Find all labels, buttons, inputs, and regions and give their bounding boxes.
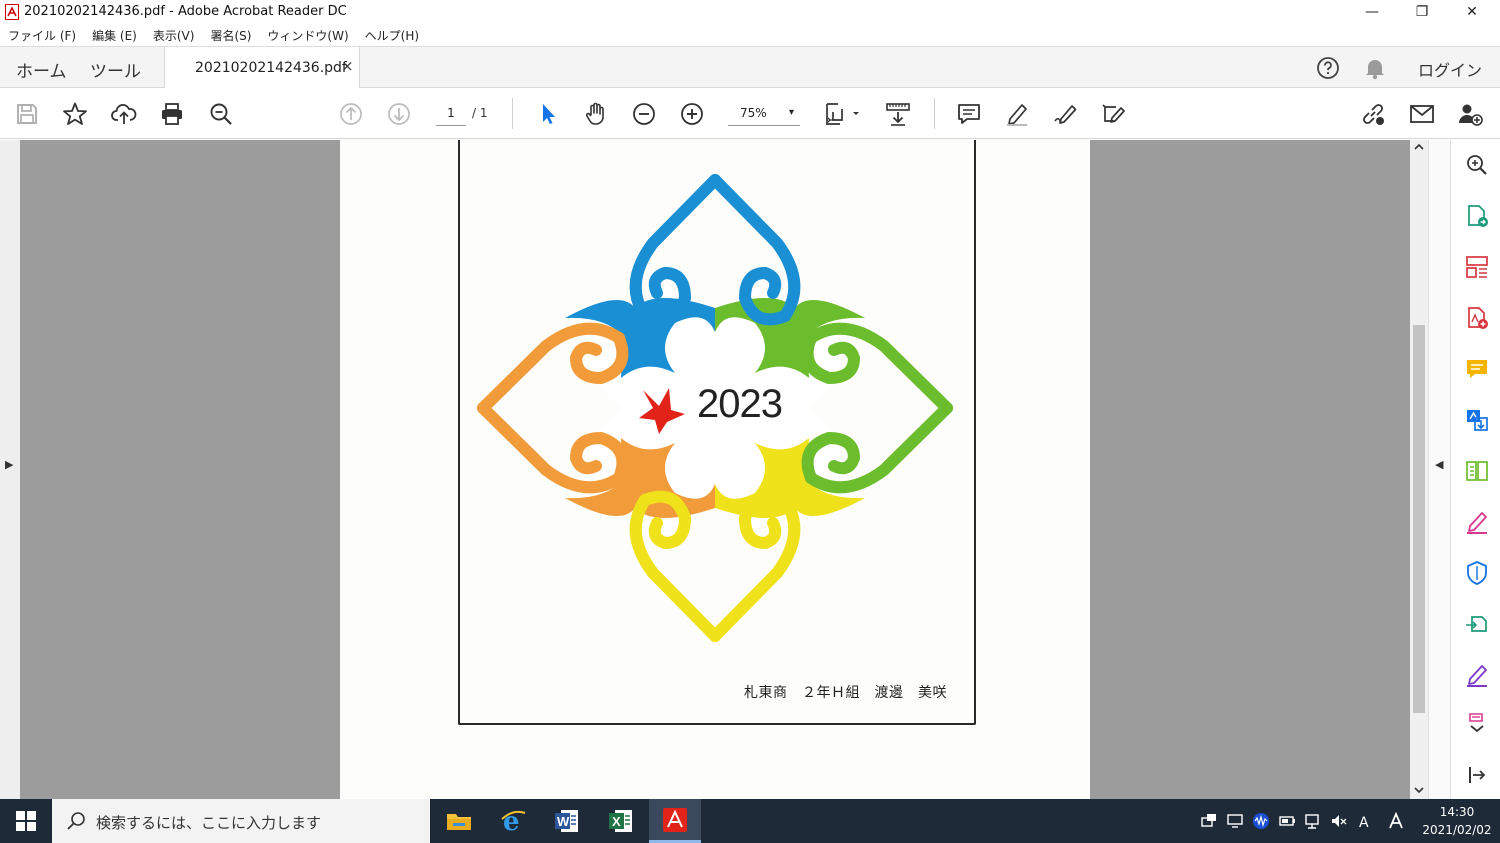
- select-cursor-icon[interactable]: [534, 100, 562, 128]
- page-number-input[interactable]: 1: [436, 102, 466, 126]
- toolbar-separator: [934, 98, 935, 129]
- right-panel-gutter: ◀: [1428, 140, 1450, 799]
- help-icon[interactable]: [1316, 56, 1340, 80]
- scroll-thumb[interactable]: [1413, 325, 1425, 713]
- zoom-out-icon[interactable]: [630, 100, 658, 128]
- highlight-pen-icon[interactable]: [1003, 100, 1031, 128]
- comment-icon[interactable]: [955, 100, 983, 128]
- network-icon[interactable]: [1304, 812, 1322, 830]
- zoom-in-icon[interactable]: [678, 100, 706, 128]
- add-user-icon[interactable]: [1456, 100, 1484, 128]
- word-icon[interactable]: W: [541, 799, 593, 843]
- menu-view[interactable]: 表示(V): [153, 27, 195, 44]
- collapse-pane-icon[interactable]: [1464, 762, 1490, 788]
- comment-tool-icon[interactable]: [1464, 356, 1490, 382]
- svg-text:X: X: [612, 814, 621, 829]
- search-icon: [66, 811, 86, 831]
- next-page-icon[interactable]: [385, 100, 413, 128]
- document-tab-label: 20210202142436.pdf: [195, 60, 347, 76]
- compare-files-icon[interactable]: [1464, 458, 1490, 484]
- toolbar-separator: [512, 98, 513, 129]
- internet-explorer-icon[interactable]: e: [487, 799, 539, 843]
- tools-pane: [1450, 140, 1500, 799]
- tab-home[interactable]: ホーム: [16, 57, 67, 82]
- page-fit-icon[interactable]: [822, 100, 864, 128]
- scroll-up-icon[interactable]: [1414, 142, 1424, 152]
- fill-sign-icon[interactable]: [1100, 100, 1128, 128]
- close-tab-button[interactable]: ×: [341, 57, 354, 75]
- network-drive-icon[interactable]: [1200, 812, 1218, 830]
- ime-mode-icon[interactable]: A: [1356, 812, 1374, 830]
- zoom-level-select[interactable]: 75% ▾: [728, 102, 800, 126]
- zoom-search-icon[interactable]: [207, 100, 235, 128]
- login-button[interactable]: ログイン: [1418, 57, 1482, 81]
- tab-tools[interactable]: ツール: [90, 57, 141, 82]
- maximize-button[interactable]: ❐: [1398, 0, 1446, 24]
- right-panel-toggle[interactable]: ◀: [1435, 458, 1443, 471]
- page-total: / 1: [472, 106, 488, 120]
- edit-pdf-icon[interactable]: [1464, 407, 1490, 433]
- audio-wave-icon[interactable]: [1252, 812, 1270, 830]
- menu-bar: ファイル (F) 編集 (E) 表示(V) 署名(S) ウィンドウ(W) ヘルプ…: [0, 24, 1500, 46]
- tab-bar: ホーム ツール 20210202142436.pdf × ログイン: [0, 46, 1500, 89]
- windows-logo-icon: [16, 811, 36, 831]
- svg-text:A: A: [1359, 815, 1369, 830]
- start-button[interactable]: [0, 799, 52, 843]
- share-link-icon[interactable]: [1359, 100, 1387, 128]
- monitor-icon[interactable]: [1226, 812, 1244, 830]
- hand-tool-icon[interactable]: [582, 100, 610, 128]
- print-icon[interactable]: [158, 100, 186, 128]
- search-tool-icon[interactable]: [1464, 152, 1490, 178]
- previous-page-icon[interactable]: [337, 100, 365, 128]
- file-explorer-icon[interactable]: [433, 799, 485, 843]
- save-icon[interactable]: [13, 100, 41, 128]
- menu-edit[interactable]: 編集 (E): [92, 27, 137, 44]
- clock-date: 2021/02/02: [1422, 823, 1492, 837]
- acrobat-taskbar-icon[interactable]: [649, 799, 701, 843]
- zoom-level-value: 75%: [740, 106, 767, 120]
- chevron-down-icon: ▾: [788, 107, 794, 118]
- scroll-mode-icon[interactable]: [884, 100, 912, 128]
- menu-help[interactable]: ヘルプ(H): [365, 27, 419, 44]
- left-panel-gutter: ▶: [0, 140, 20, 799]
- menu-sign[interactable]: 署名(S): [210, 27, 251, 44]
- battery-icon[interactable]: [1278, 812, 1296, 830]
- svg-text:W: W: [557, 814, 570, 829]
- protect-icon[interactable]: [1464, 560, 1490, 586]
- draw-freehand-icon[interactable]: [1052, 100, 1080, 128]
- email-icon[interactable]: [1408, 100, 1436, 128]
- title-bar: 20210202142436.pdf - Adobe Acrobat Reade…: [0, 0, 1500, 24]
- window-title: 20210202142436.pdf - Adobe Acrobat Reade…: [24, 4, 347, 19]
- export-pdf-icon[interactable]: [1464, 203, 1490, 229]
- taskbar-search-box[interactable]: 検索するには、ここに入力します: [52, 799, 430, 843]
- system-clock[interactable]: 14:30 2021/02/02: [1418, 803, 1496, 839]
- excel-icon[interactable]: X: [595, 799, 647, 843]
- menu-file[interactable]: ファイル (F): [8, 27, 76, 44]
- menu-window[interactable]: ウィンドウ(W): [267, 27, 348, 44]
- create-pdf-icon[interactable]: [1464, 305, 1490, 331]
- tab-document[interactable]: 20210202142436.pdf ×: [164, 47, 360, 89]
- organize-pages-icon[interactable]: [1464, 254, 1490, 280]
- search-placeholder: 検索するには、ここに入力します: [96, 814, 322, 832]
- page-border-frame: [458, 140, 976, 725]
- document-caption: 札東商 ２年Ｈ組 渡邊 美咲: [744, 685, 947, 701]
- request-signature-icon[interactable]: [1464, 662, 1490, 688]
- vertical-scrollbar[interactable]: [1410, 140, 1428, 799]
- clock-time: 14:30: [1439, 805, 1475, 819]
- star-icon[interactable]: [61, 100, 89, 128]
- ime-a-icon[interactable]: [1387, 812, 1405, 830]
- send-for-review-icon[interactable]: [1464, 611, 1490, 637]
- volume-muted-icon[interactable]: [1330, 812, 1348, 830]
- bell-icon[interactable]: [1364, 56, 1386, 80]
- minimize-button[interactable]: —: [1348, 0, 1396, 24]
- more-tools-icon[interactable]: [1464, 711, 1490, 737]
- left-panel-toggle[interactable]: ▶: [5, 458, 13, 471]
- scroll-down-icon[interactable]: [1414, 785, 1424, 795]
- cloud-upload-icon[interactable]: [110, 100, 138, 128]
- windows-taskbar: 検索するには、ここに入力します e W X A 14:30 2021/02/02: [0, 799, 1500, 843]
- fill-and-sign-icon[interactable]: [1464, 509, 1490, 535]
- acrobat-icon: [5, 4, 19, 20]
- close-window-button[interactable]: ✕: [1448, 0, 1496, 24]
